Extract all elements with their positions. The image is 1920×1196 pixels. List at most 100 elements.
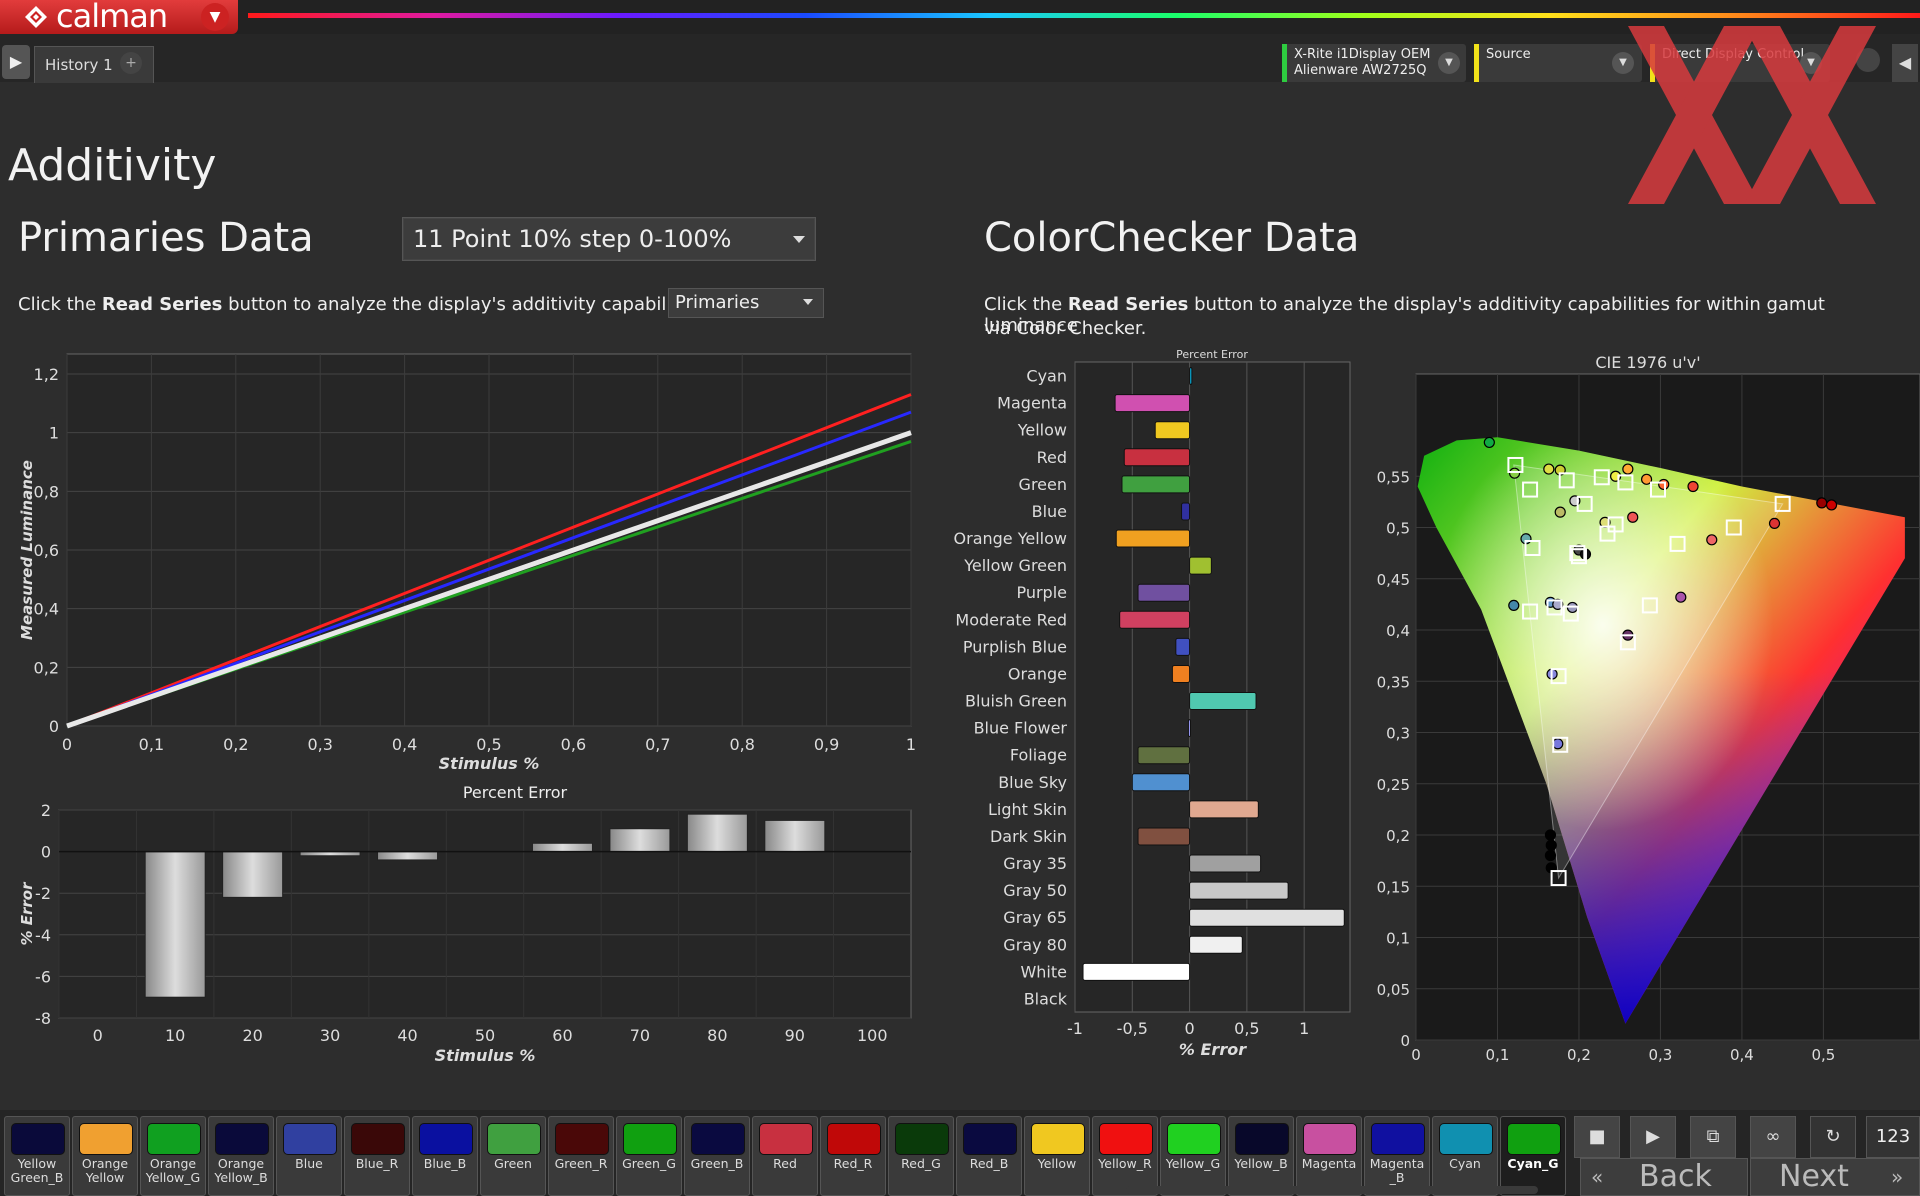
calman-logo-tab[interactable]: calman ▼ [0, 0, 238, 35]
patch-label: Red [773, 1156, 797, 1171]
patch-item[interactable]: Red_R [820, 1116, 886, 1196]
app-menu-chevron-icon[interactable]: ▼ [201, 3, 229, 31]
y-tick-label: 0,35 [1377, 673, 1410, 691]
colorchecker-description-line2: via Color Checker. [984, 318, 1147, 339]
x-tick-label: 0,5 [1811, 1046, 1835, 1064]
patch-label: Cyan_G [1507, 1156, 1559, 1171]
type-select-value: Primaries [675, 292, 760, 313]
error-bar [1189, 881, 1289, 900]
cie-1976-chart: CIE 1976 u'v' 0 0,05 0,1 0,15 0,2 0,25 0,3 0,35 0… [1377, 353, 1920, 1064]
patch-item[interactable]: Magenta [1296, 1116, 1362, 1196]
y-tick-label: 0,2 [34, 658, 59, 677]
patch-label: Green_G [622, 1156, 676, 1171]
calman-logo-icon [25, 6, 47, 28]
error-bar [1189, 908, 1345, 927]
error-bar [1121, 475, 1191, 494]
x-tick-label: 0,9 [814, 735, 839, 754]
category-label: Orange Yellow [954, 529, 1067, 548]
x-tick-label: 0,2 [1567, 1046, 1591, 1064]
patch-label: Red_G [901, 1156, 941, 1171]
patch-item[interactable]: Blue [276, 1116, 342, 1196]
patch-item[interactable]: Blue_R [344, 1116, 410, 1196]
x-tick-label: 80 [707, 1026, 727, 1045]
error-bar [609, 828, 671, 853]
x-axis-label: Stimulus % [439, 754, 540, 770]
series-select[interactable]: 11 Point 10% step 0-100% [402, 217, 816, 261]
patch-swatch [759, 1123, 813, 1155]
patch-swatch [1167, 1123, 1221, 1155]
patch-label: Blue_R [355, 1156, 399, 1171]
category-label: Green [1019, 475, 1067, 494]
category-label: Yellow [1017, 421, 1067, 440]
patch-label: Yellow Green_B [10, 1156, 64, 1185]
y-tick-label: 0,1 [1386, 930, 1410, 948]
error-bar [1189, 367, 1193, 386]
patch-label: Red_R [833, 1156, 873, 1171]
patch-scrollbar[interactable] [1126, 1186, 1538, 1194]
patch-item[interactable]: Green_G [616, 1116, 682, 1196]
measured-point [1768, 517, 1781, 529]
source-device-selector[interactable]: Source ▼ [1474, 44, 1642, 82]
continuous-read-button[interactable]: ∞ [1750, 1116, 1796, 1158]
category-label: Magenta [997, 394, 1067, 413]
patch-swatch [1371, 1123, 1425, 1155]
x-tick-label: -0,5 [1117, 1019, 1148, 1038]
patch-item[interactable]: Red [752, 1116, 818, 1196]
error-bar [1189, 556, 1212, 575]
patch-item[interactable]: Yellow_B [1228, 1116, 1294, 1196]
category-label: Blue Sky [998, 773, 1067, 792]
collapse-panel-button[interactable]: ◀ [1892, 44, 1918, 82]
patch-item[interactable]: Green_B [684, 1116, 750, 1196]
patch-item[interactable]: Orange Yellow_G [140, 1116, 206, 1196]
y-tick-label: 1,2 [34, 365, 59, 384]
x-tick-label: 0 [1411, 1046, 1421, 1064]
refresh-icon[interactable]: ↻ [1810, 1116, 1856, 1158]
patch-label: Red_B [969, 1156, 1009, 1171]
patch-item[interactable]: Green [480, 1116, 546, 1196]
y-tick-label: 0,05 [1377, 981, 1410, 999]
error-bar [1137, 583, 1191, 602]
stop-button[interactable]: ■ [1574, 1116, 1620, 1158]
patch-item[interactable]: Orange Yellow [72, 1116, 138, 1196]
category-label: Purple [1016, 583, 1067, 602]
chevron-down-icon[interactable]: ▼ [1438, 52, 1460, 74]
patch-item[interactable]: Magenta _B [1364, 1116, 1430, 1196]
patch-item[interactable]: Red_B [956, 1116, 1022, 1196]
next-button[interactable]: Next » [1750, 1158, 1920, 1196]
error-bar [144, 851, 206, 998]
patch-counter: 123 [1866, 1116, 1920, 1158]
measured-point [1545, 839, 1557, 851]
primaries-type-select[interactable]: Primaries [668, 288, 824, 318]
add-tab-button[interactable]: + [120, 52, 142, 74]
chart-title: Percent Error [1176, 348, 1248, 361]
patch-item[interactable]: Yellow [1024, 1116, 1090, 1196]
x-tick-label: 0,7 [645, 735, 670, 754]
read-series-button[interactable]: ⧉ [1690, 1116, 1736, 1158]
back-button[interactable]: « Back [1580, 1158, 1748, 1196]
patch-swatch [555, 1123, 609, 1155]
category-label: Blue [1032, 502, 1067, 521]
meter-device-selector[interactable]: X-Rite i1Display OEM Alienware AW2725Q ▼ [1282, 44, 1466, 82]
category-label: Bluish Green [965, 692, 1067, 711]
patch-label: Orange Yellow_G [145, 1156, 201, 1185]
y-tick-label: 0,2 [1386, 827, 1410, 845]
patch-swatch [1439, 1123, 1493, 1155]
patch-item[interactable]: Green_R [548, 1116, 614, 1196]
patch-item[interactable]: Yellow_R [1092, 1116, 1158, 1196]
patch-item[interactable]: Orange Yellow_B [208, 1116, 274, 1196]
x-tick-label: 0,1 [139, 735, 164, 754]
patch-item[interactable]: Blue_B [412, 1116, 478, 1196]
patch-item[interactable]: Cyan [1432, 1116, 1498, 1196]
patch-item[interactable]: Cyan_G [1500, 1116, 1566, 1196]
x-tick-label: 50 [475, 1026, 495, 1045]
error-bar [1082, 962, 1191, 981]
patch-item[interactable]: Yellow Green_B [4, 1116, 70, 1196]
chart-title: Percent Error [463, 783, 568, 802]
x-tick-label: 0,5 [1234, 1019, 1259, 1038]
y-tick-label: 0 [49, 717, 59, 736]
play-button[interactable]: ▶ [1630, 1116, 1676, 1158]
patch-item[interactable]: Red_G [888, 1116, 954, 1196]
sidebar-toggle-button[interactable]: ▶ [2, 45, 30, 79]
patch-item[interactable]: Yellow_G [1160, 1116, 1226, 1196]
error-bar [1187, 719, 1191, 738]
